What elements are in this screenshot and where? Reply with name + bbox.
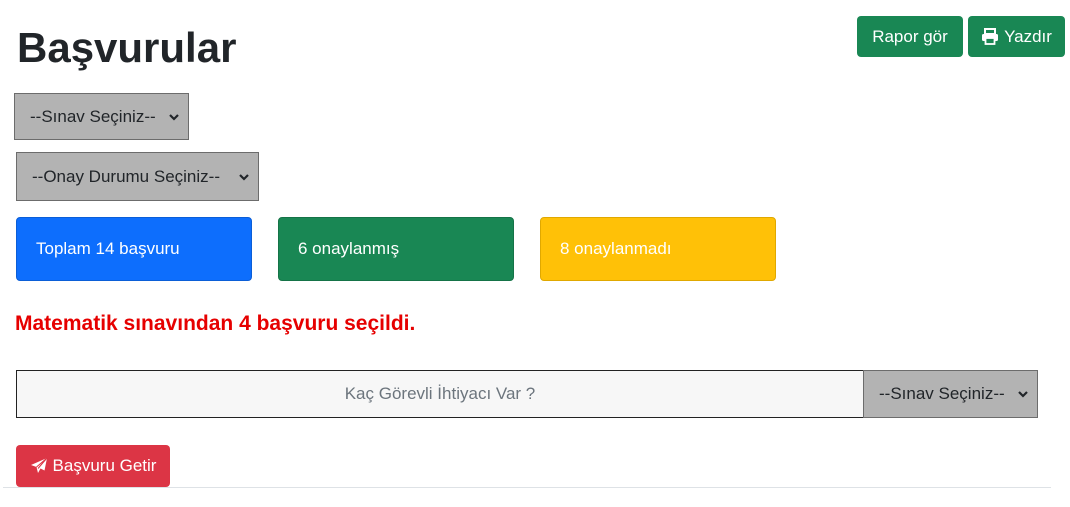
chevron-down-icon (1017, 388, 1029, 400)
staff-count-input[interactable] (16, 370, 864, 418)
report-button-label: Rapor gör (872, 26, 948, 46)
exam-select-value: --Sınav Seçiniz-- (30, 106, 156, 126)
page-title: Başvurular (17, 24, 237, 71)
paper-plane-icon (30, 457, 48, 475)
approved-applications-label: 6 onaylanmış (298, 239, 400, 258)
fetch-applications-label: Başvuru Getir (52, 456, 157, 475)
total-applications-card: Toplam 14 başvuru (16, 217, 252, 281)
total-applications-label: Toplam 14 başvuru (36, 239, 180, 258)
exam-select[interactable]: --Sınav Seçiniz-- (14, 93, 189, 140)
print-button[interactable]: Yazdır (968, 16, 1065, 57)
pending-applications-label: 8 onaylanmadı (560, 239, 672, 258)
assignment-exam-select-value: --Sınav Seçiniz-- (879, 384, 1005, 403)
report-button[interactable]: Rapor gör (857, 16, 963, 57)
print-button-label: Yazdır (1004, 26, 1052, 46)
chevron-down-icon (168, 111, 180, 123)
divider (3, 487, 1051, 488)
approval-status-select[interactable]: --Onay Durumu Seçiniz-- (16, 152, 259, 201)
approval-status-select-value: --Onay Durumu Seçiniz-- (32, 166, 220, 186)
pending-applications-card: 8 onaylanmadı (540, 217, 776, 281)
printer-icon (981, 28, 999, 45)
assignment-exam-select[interactable]: --Sınav Seçiniz-- (863, 370, 1038, 418)
fetch-applications-button[interactable]: Başvuru Getir (16, 445, 170, 487)
selection-message: Matematik sınavından 4 başvuru seçildi. (15, 312, 416, 335)
chevron-down-icon (238, 171, 250, 183)
approved-applications-card: 6 onaylanmış (278, 217, 514, 281)
